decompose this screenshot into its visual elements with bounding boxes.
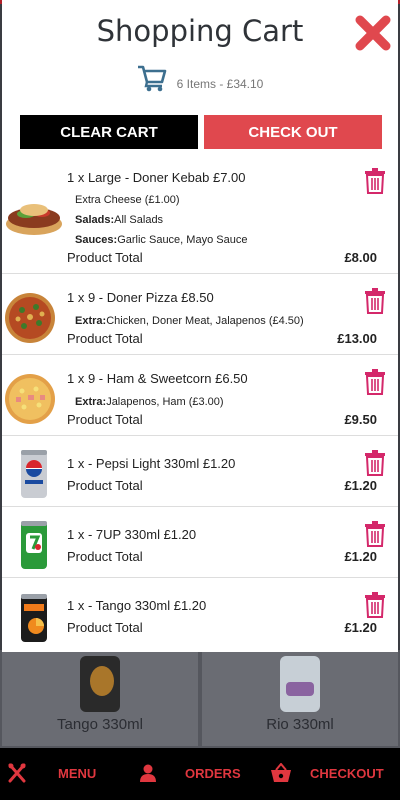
cart-icon: [137, 64, 167, 92]
item-title: 1 x - 7UP 330ml £1.20: [67, 527, 197, 542]
close-icon: [355, 15, 391, 51]
close-button[interactable]: [354, 14, 392, 52]
trash-icon: [365, 288, 385, 314]
tango-can-image: [20, 592, 48, 644]
product-total-value: £1.20: [344, 549, 377, 564]
trash-icon: [365, 450, 385, 476]
tango-can-image: [80, 656, 120, 712]
7up-can-image: [20, 519, 48, 571]
user-icon: [137, 762, 159, 784]
product-total-value: £1.20: [344, 620, 377, 635]
delete-item-button[interactable]: [364, 168, 386, 194]
nav-menu-label: MENU: [58, 765, 97, 781]
item-title: 1 x 9 - Doner Pizza £8.50: [67, 290, 214, 305]
product-total-value: £1.20: [344, 478, 377, 493]
nav-checkout[interactable]: CHECKOUT: [270, 762, 384, 784]
cart-item: 1 x Large - Doner Kebab £7.00 Extra Chee…: [2, 160, 398, 274]
cart-item: 1 x 9 - Doner Pizza £8.50 Extra:Chicken,…: [2, 274, 398, 355]
nav-orders[interactable]: ORDERS: [137, 762, 241, 784]
cart-items-list: 1 x Large - Doner Kebab £7.00 Extra Chee…: [2, 160, 398, 651]
item-option: Extra Cheese (£1.00): [75, 194, 180, 206]
ham-sweetcorn-pizza-image: [4, 373, 62, 425]
delete-item-button[interactable]: [364, 521, 386, 547]
delete-item-button[interactable]: [364, 450, 386, 476]
delete-item-button[interactable]: [364, 592, 386, 618]
item-title: 1 x - Pepsi Light 330ml £1.20: [67, 456, 236, 471]
cart-item: 1 x - Pepsi Light 330ml £1.20 Product To…: [2, 436, 398, 507]
product-total-label: Product Total: [67, 478, 143, 493]
rio-can-image: [280, 656, 320, 712]
cart-item: 1 x - 7UP 330ml £1.20 Product Total £1.2…: [2, 507, 398, 578]
clear-cart-button[interactable]: CLEAR CART: [20, 115, 198, 149]
checkout-button[interactable]: CHECK OUT: [204, 115, 382, 149]
product-total-value: £8.00: [344, 250, 377, 265]
trash-icon: [365, 521, 385, 547]
product-total-label: Product Total: [67, 250, 143, 265]
product-card-name: Tango 330ml: [57, 716, 143, 733]
pepsi-can-image: [20, 448, 48, 500]
product-total-value: £9.50: [344, 412, 377, 427]
product-total-value: £13.00: [337, 331, 377, 346]
product-card-rio[interactable]: Rio 330ml: [202, 652, 398, 746]
shopping-cart-panel: Shopping Cart 6 Items - £34.10 CLEAR CAR…: [2, 0, 398, 652]
item-option: Salads:All Salads: [75, 214, 164, 226]
item-title: 1 x 9 - Ham & Sweetcorn £6.50: [67, 371, 248, 386]
delete-item-button[interactable]: [364, 369, 386, 395]
item-title: 1 x Large - Doner Kebab £7.00: [67, 170, 246, 185]
product-total-label: Product Total: [67, 331, 143, 346]
basket-icon: [270, 762, 292, 784]
nav-checkout-label: CHECKOUT: [310, 765, 384, 781]
trash-icon: [365, 369, 385, 395]
doner-pizza-image: [4, 292, 62, 344]
cart-item: 1 x 9 - Ham & Sweetcorn £6.50 Extra:Jala…: [2, 355, 398, 436]
trash-icon: [365, 168, 385, 194]
cart-summary-text: 6 Items - £34.10: [176, 77, 264, 91]
product-card-name: Rio 330ml: [266, 716, 334, 733]
item-title: 1 x - Tango 330ml £1.20: [67, 598, 207, 613]
cart-title: Shopping Cart: [96, 14, 304, 48]
item-option: Extra:Jalapenos, Ham (£3.00): [75, 396, 224, 408]
product-total-label: Product Total: [67, 620, 143, 635]
nav-menu[interactable]: MENU: [6, 762, 96, 784]
trash-icon: [365, 592, 385, 618]
doner-kebab-image: [4, 194, 62, 238]
nav-orders-label: ORDERS: [185, 765, 241, 781]
delete-item-button[interactable]: [364, 288, 386, 314]
bottom-nav: MENU ORDERS CHECKOUT: [0, 748, 400, 800]
item-option: Sauces:Garlic Sauce, Mayo Sauce: [75, 234, 248, 246]
cart-summary: 6 Items - £34.10: [2, 64, 398, 92]
product-total-label: Product Total: [67, 412, 143, 427]
cart-item: 1 x - Tango 330ml £1.20 Product Total £1…: [2, 578, 398, 651]
product-total-label: Product Total: [67, 549, 143, 564]
product-card-tango[interactable]: Tango 330ml: [2, 652, 198, 746]
utensils-icon: [6, 762, 28, 784]
item-option: Extra:Chicken, Doner Meat, Jalapenos (£4…: [75, 315, 304, 327]
